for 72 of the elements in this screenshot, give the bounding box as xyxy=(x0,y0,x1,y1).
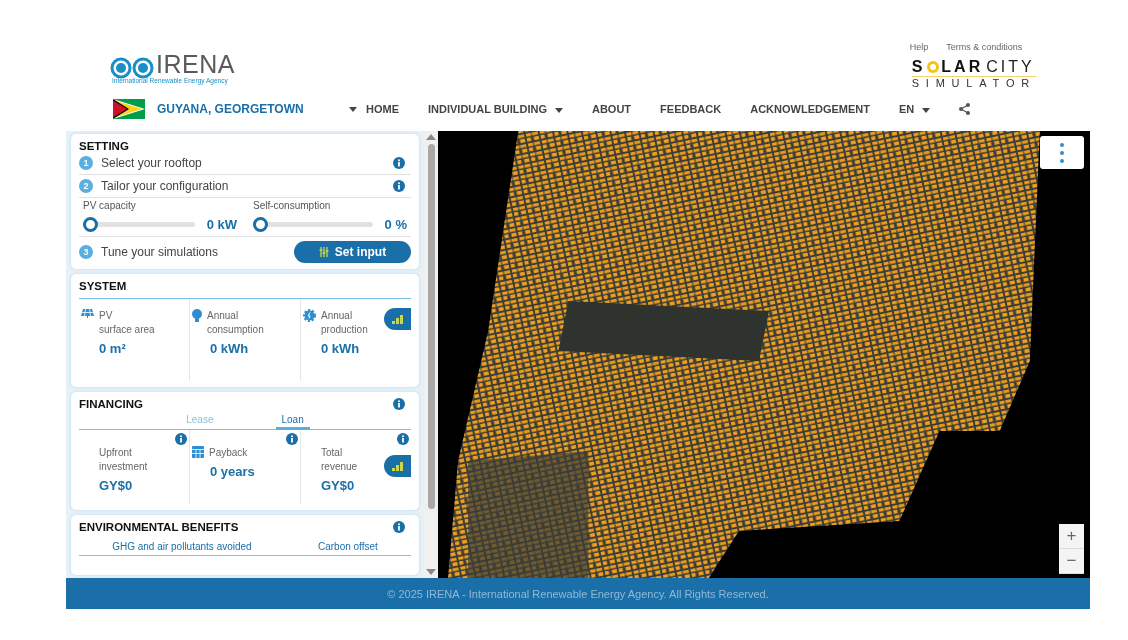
section-title: SETTING xyxy=(79,140,130,152)
stat-label: Payback xyxy=(209,446,248,460)
top-link[interactable]: Terms & conditions xyxy=(946,42,1023,52)
gear-icon xyxy=(303,309,316,322)
more-icon xyxy=(1060,142,1064,163)
share-icon[interactable] xyxy=(959,103,971,115)
zoom-in-button[interactable]: + xyxy=(1059,524,1084,549)
info-icon[interactable] xyxy=(175,433,187,445)
location-select[interactable]: GUYANA, GEORGETOWN xyxy=(113,99,357,119)
info-icon[interactable] xyxy=(393,157,405,169)
lightbulb-icon xyxy=(192,309,202,323)
slider-label: Self-consumption xyxy=(253,200,332,211)
column-heading: GHG and air pollutants avoided xyxy=(112,541,252,552)
brand-word: LAR xyxy=(941,57,984,76)
step-label: Select your rooftop xyxy=(101,156,203,170)
nav-link[interactable]: ACKNOWLEDGEMENT xyxy=(750,103,870,115)
logo-name: IRENA xyxy=(156,51,235,77)
nav-link[interactable]: FEEDBACK xyxy=(660,103,722,115)
section-title: SYSTEM xyxy=(79,280,411,299)
chart-button[interactable] xyxy=(384,455,411,477)
slider-reading: 0 % xyxy=(384,217,407,232)
calendar-icon xyxy=(192,446,204,458)
slider-label: PV capacity xyxy=(83,200,137,211)
section-title: FINANCING xyxy=(79,398,143,410)
sun-icon xyxy=(926,59,941,74)
brand-word: CITY xyxy=(986,57,1035,76)
slider[interactable] xyxy=(253,217,373,232)
top-link[interactable]: Help xyxy=(909,42,929,52)
nav-link[interactable]: HOME xyxy=(366,103,399,115)
info-icon[interactable] xyxy=(393,398,405,410)
copyright-text: © 2025 IRENA - International Renewable Energy Agency. All Rights Reserved. xyxy=(387,587,769,600)
stat-label: Upfront investment xyxy=(99,446,148,474)
sliders-icon xyxy=(318,247,329,257)
nav-link[interactable]: INDIVIDUAL BUILDING xyxy=(428,103,563,115)
stat-label: PV surface area xyxy=(99,309,155,337)
step-number: 3 xyxy=(79,245,93,259)
tab[interactable]: Loan xyxy=(275,412,310,430)
set-input-button[interactable]: Set input xyxy=(294,241,411,263)
stat-value: GY$0 xyxy=(321,478,356,493)
solar-panel-icon xyxy=(81,309,94,318)
more-options-button[interactable] xyxy=(1040,136,1084,169)
info-icon[interactable] xyxy=(393,180,405,192)
globe-logo-icon xyxy=(110,55,154,80)
stat-value: GY$0 xyxy=(99,478,134,493)
step-number: 1 xyxy=(79,156,93,170)
bar-chart-icon xyxy=(392,461,403,471)
stat-value: 0 kWh xyxy=(210,341,250,356)
bar-chart-icon xyxy=(392,314,403,324)
step-label: Tailor your configuration xyxy=(101,179,230,193)
step-label: Tune your simulations xyxy=(101,245,219,259)
brand-letter: S xyxy=(911,57,926,76)
nav-link[interactable]: ABOUT xyxy=(591,103,632,115)
column-heading: Carbon offset xyxy=(317,541,378,552)
stat-label: Total revenue xyxy=(321,446,358,474)
nav-link[interactable]: EN xyxy=(899,103,931,115)
slider[interactable] xyxy=(83,217,195,232)
stat-label: Annual production xyxy=(321,309,368,337)
caret-icon xyxy=(349,106,357,112)
chart-button[interactable] xyxy=(384,308,411,330)
info-icon[interactable] xyxy=(397,433,409,445)
info-icon[interactable] xyxy=(393,521,405,533)
brand-tagline: SIMULATOR xyxy=(911,77,1036,89)
stat-value: 0 kWh xyxy=(321,341,361,356)
stat-label: Annual consumption xyxy=(207,309,264,337)
scrollbar[interactable] xyxy=(424,131,438,578)
slider-reading: 0 kW xyxy=(206,217,237,232)
step-number: 2 xyxy=(79,179,93,193)
stat-value: 0 m² xyxy=(99,341,127,356)
stat-value: 0 years xyxy=(210,464,256,479)
info-icon[interactable] xyxy=(286,433,298,445)
section-title: ENVIRONMENTAL BENEFITS xyxy=(79,521,239,533)
flag-icon xyxy=(113,99,145,119)
